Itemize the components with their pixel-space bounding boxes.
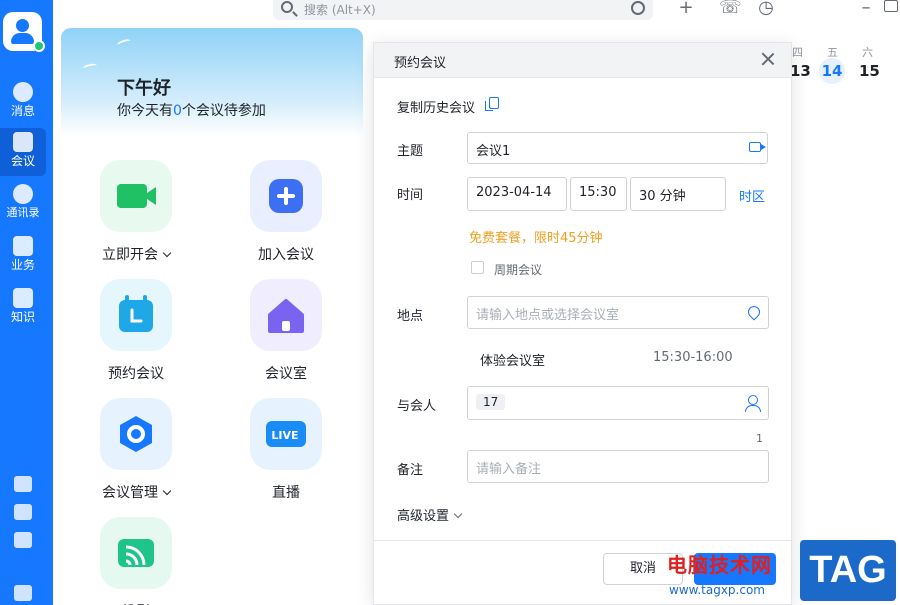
rail-item-meeting[interactable]: 会议	[0, 128, 46, 176]
room-name[interactable]: 体验会议室	[480, 350, 545, 369]
cast-icon	[118, 539, 154, 567]
weekday-sat: 六	[862, 46, 873, 59]
search-placeholder: 搜索 (Alt+X)	[304, 3, 376, 17]
timezone-link[interactable]: 时区	[739, 186, 765, 205]
cast-label[interactable]: 投影	[76, 601, 196, 605]
join-meeting-button[interactable]	[250, 160, 322, 232]
subject-input[interactable]: 会议1	[467, 132, 768, 164]
recurring-checkbox[interactable]	[471, 261, 484, 274]
time-label: 时间	[397, 188, 424, 203]
maximize-icon[interactable]	[884, 0, 898, 12]
attendee-count: 1	[756, 432, 763, 445]
watermark-url: www.tagxp.com	[669, 583, 765, 597]
start-time-picker[interactable]: 15:30	[570, 177, 627, 211]
add-user-icon[interactable]	[745, 395, 761, 412]
attendees-input[interactable]: 17	[467, 386, 769, 420]
bird-icon	[116, 37, 132, 49]
bird-icon	[82, 62, 98, 72]
meeting-management-button[interactable]	[100, 398, 172, 470]
rail-item-knowledge[interactable]: 知识	[0, 284, 46, 332]
message-icon	[13, 82, 33, 102]
close-icon[interactable]	[761, 52, 775, 66]
greeting-subtitle: 你今天有0个会议待参加	[117, 103, 266, 119]
chevron-down-icon	[162, 486, 172, 496]
attendee-chip[interactable]: 17	[476, 394, 506, 410]
calendar-icon	[119, 295, 153, 332]
dialog-header: 预约会议	[374, 43, 791, 78]
building-icon[interactable]	[14, 585, 32, 601]
schedule-meeting-label[interactable]: 预约会议	[76, 363, 196, 383]
weekday-thu: 四	[792, 46, 803, 59]
meeting-icon	[13, 132, 33, 152]
meeting-management-label[interactable]: 会议管理	[76, 482, 196, 502]
chevron-down-icon	[453, 509, 463, 519]
watermark-logo: TAG	[800, 540, 896, 601]
phone-icon[interactable]: ☏	[719, 0, 742, 17]
chevron-down-icon	[162, 248, 172, 258]
settings-icon	[120, 416, 152, 452]
greeting-title: 下午好	[117, 78, 171, 99]
watermark-text: 电脑技术网	[667, 553, 772, 577]
dialog-title: 预约会议	[394, 56, 447, 71]
meeting-room-label[interactable]: 会议室	[226, 363, 346, 383]
home-icon	[268, 299, 304, 333]
attendees-label: 与会人	[397, 399, 437, 414]
live-button[interactable]: LIVE	[250, 398, 322, 470]
user-icon	[16, 19, 29, 32]
calendar-day[interactable]: 15	[859, 62, 880, 80]
online-status-icon	[33, 40, 45, 52]
join-meeting-label[interactable]: 加入会议	[226, 244, 346, 264]
contacts-icon	[13, 184, 33, 204]
apps-icon	[13, 236, 33, 256]
left-rail: 消息 会议 通讯录 业务 知识	[0, 0, 53, 605]
start-meeting-button[interactable]	[100, 160, 172, 232]
schedule-meeting-dialog: 预约会议 复制历史会议 主题 会议1 时间 2023-04-14 15:30 3…	[373, 42, 792, 605]
cast-button[interactable]	[100, 517, 172, 589]
location-input[interactable]: 请输入地点或选择会议室	[467, 296, 769, 329]
rail-item-messages[interactable]: 消息	[0, 78, 46, 126]
rail-item-apps[interactable]: 业务	[0, 232, 46, 280]
add-icon[interactable]: +	[678, 0, 694, 17]
rail-item-contacts[interactable]: 通讯录	[0, 180, 46, 228]
room-time: 15:30-16:00	[653, 350, 733, 365]
recurring-label[interactable]: 周期会议	[494, 261, 542, 278]
calendar-day-today[interactable]: 14	[819, 58, 845, 84]
cast-icon[interactable]	[14, 532, 32, 548]
notes-input[interactable]: 请输入备注	[467, 450, 769, 483]
calendar-icon[interactable]	[14, 476, 32, 492]
calendar-day[interactable]: 13	[790, 62, 811, 80]
search-icon	[281, 1, 293, 13]
start-meeting-label[interactable]: 立即开会	[76, 244, 196, 264]
plan-notice: 免费套餐，限时45分钟	[469, 231, 603, 246]
svg-text:LIVE: LIVE	[271, 429, 298, 442]
notes-label: 备注	[397, 463, 424, 478]
knowledge-icon	[13, 288, 33, 308]
cube-icon[interactable]	[14, 504, 32, 520]
advanced-settings-toggle[interactable]: 高级设置	[397, 505, 463, 524]
live-label[interactable]: 直播	[226, 482, 346, 502]
avatar[interactable]	[3, 12, 45, 52]
location-pin-icon[interactable]	[745, 303, 763, 321]
schedule-meeting-button[interactable]	[100, 279, 172, 351]
plus-icon	[269, 179, 303, 213]
copy-history-link[interactable]: 复制历史会议	[397, 97, 475, 116]
meeting-home-panel: 下午好 你今天有0个会议待参加 立即开会 加入会议 预约会议 会议室 会议管理 …	[61, 28, 363, 605]
history-icon[interactable]: ◷	[758, 0, 774, 17]
video-icon	[117, 184, 156, 208]
live-icon: LIVE	[266, 421, 306, 447]
video-icon[interactable]	[749, 142, 766, 152]
meeting-room-button[interactable]	[250, 279, 322, 351]
footer-divider	[374, 540, 791, 541]
date-picker[interactable]: 2023-04-14	[467, 177, 567, 211]
duration-select[interactable]: 30 分钟	[630, 177, 726, 211]
minimize-icon[interactable]: –	[858, 0, 874, 17]
search-bar[interactable]: 搜索 (Alt+X)	[273, 0, 653, 20]
subject-label: 主题	[397, 144, 424, 159]
help-icon[interactable]	[631, 1, 645, 15]
copy-icon[interactable]	[485, 97, 499, 111]
location-label: 地点	[397, 309, 424, 324]
